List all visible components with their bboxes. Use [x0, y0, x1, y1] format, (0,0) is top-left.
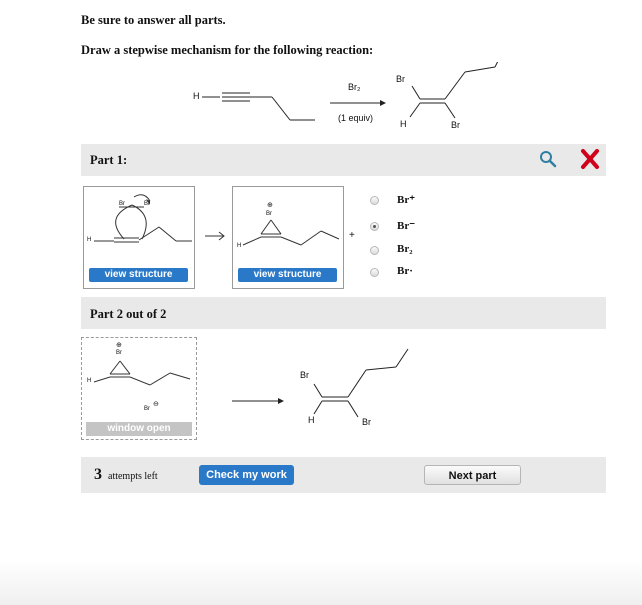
- attempts-left-text: attempts left: [108, 471, 158, 482]
- product-br-top-label: Br: [396, 74, 405, 84]
- product-br-bottom-label: Br: [451, 120, 460, 130]
- part2-header-bar: Part 2 out of 2: [81, 297, 606, 329]
- view-structure-button-2[interactable]: view structure: [238, 268, 337, 282]
- attempts-count: 3: [94, 466, 102, 483]
- plus-sign: +: [349, 230, 355, 241]
- part2-product-drawing: [313, 348, 409, 418]
- instruction-mechanism: Draw a stepwise mechanism for the follow…: [81, 43, 374, 57]
- option-label-br-radical: Br·: [397, 265, 413, 277]
- option-radio-br2[interactable]: [370, 246, 379, 255]
- footer-bar: 3 attempts left Check my work Next part: [81, 457, 606, 493]
- part2-charge-label: ⊕: [116, 342, 122, 349]
- part2-bromide-label: Br: [144, 406, 150, 412]
- part1-header-bar: Part 1:: [81, 144, 606, 176]
- part2-h-label: H: [87, 378, 92, 384]
- part1-structure-box-1[interactable]: Br Br H view structure: [83, 186, 195, 289]
- reaction-scheme-drawing: [202, 62, 499, 121]
- box1-br-left-label: Br: [119, 201, 125, 207]
- part2-drawing-box[interactable]: ⊕ Br H Br ⊖ window open: [81, 337, 197, 440]
- box1-br-right-label: Br: [144, 201, 150, 207]
- part2-product-br-bottom: Br: [362, 417, 371, 427]
- part1-title: Part 1:: [90, 153, 128, 167]
- window-open-button[interactable]: window open: [86, 422, 192, 436]
- box2-br-label: Br: [266, 211, 272, 217]
- check-my-work-button[interactable]: Check my work: [199, 465, 294, 485]
- reactant-h-label: H: [193, 91, 200, 101]
- conditions-label: (1 equiv): [338, 113, 374, 123]
- reaction-arrow-part2: [232, 398, 284, 404]
- incorrect-x-icon: [579, 148, 601, 170]
- search-icon[interactable]: [539, 150, 557, 168]
- option-radio-br-radical[interactable]: [370, 268, 379, 277]
- reagent-label: Br₂: [348, 82, 361, 92]
- box2-h-label: H: [237, 243, 242, 249]
- page-bottom-fade: [0, 560, 642, 605]
- part2-br-label: Br: [116, 350, 122, 356]
- next-part-button[interactable]: Next part: [424, 465, 521, 485]
- option-radio-br-minus[interactable]: [370, 222, 379, 231]
- option-label-br2: Br₂: [397, 243, 413, 255]
- reaction-arrow-part1: [205, 231, 225, 241]
- part2-product-h: H: [308, 415, 315, 425]
- part1-structure-box-2[interactable]: ⊕ Br H view structure: [232, 186, 344, 289]
- product-h-label: H: [400, 119, 407, 129]
- option-label-br-minus: Br⁻: [397, 220, 416, 232]
- box1-h-label: H: [87, 237, 92, 243]
- instruction-answer-all: Be sure to answer all parts.: [81, 13, 226, 27]
- part2-bromide-charge: ⊖: [153, 401, 159, 408]
- part2-title: Part 2 out of 2: [90, 307, 167, 321]
- option-label-br-plus: Br⁺: [397, 194, 416, 206]
- option-radio-br-plus[interactable]: [370, 196, 379, 205]
- box2-charge-label: ⊕: [267, 202, 273, 209]
- view-structure-button-1[interactable]: view structure: [89, 268, 188, 282]
- part2-product-br-top: Br: [300, 370, 309, 380]
- reaction-scheme: H Br₂ (1 equiv) Br H Br: [180, 62, 510, 142]
